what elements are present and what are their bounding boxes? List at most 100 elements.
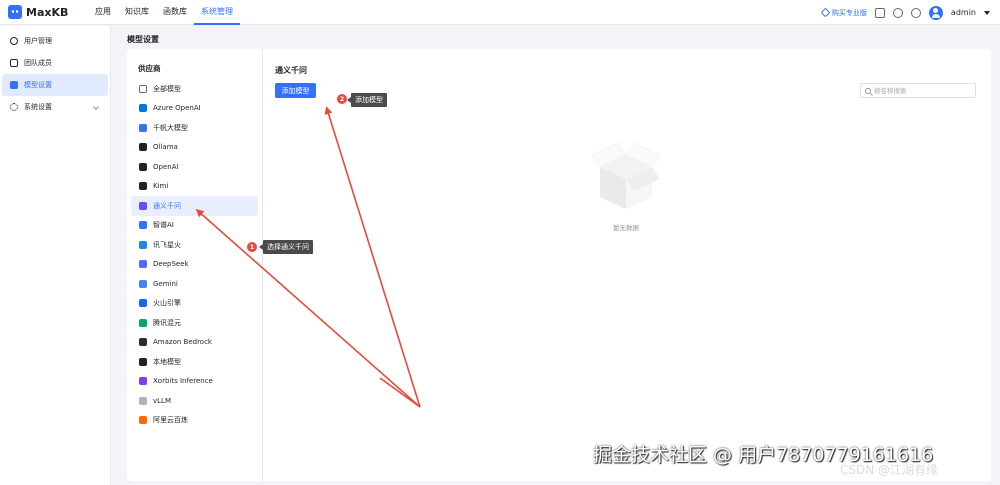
avatar[interactable] [928, 5, 943, 20]
sidebar-item-users[interactable]: 用户管理 [2, 30, 108, 52]
provider-logo-icon [139, 299, 147, 308]
provider-item[interactable]: 火山引擎 [131, 294, 258, 314]
search-input[interactable] [874, 86, 974, 95]
provider-item-label: 讯飞星火 [153, 240, 181, 249]
buy-pro-label: 购买专业版 [831, 8, 867, 17]
app-name: MaxKB [26, 5, 69, 19]
provider-item[interactable]: 腾讯混元 [131, 313, 258, 333]
team-icon [10, 59, 18, 67]
watermark-small: CSDN @江湖有缘 [840, 463, 939, 477]
provider-item-label: Amazon Bedrock [153, 338, 212, 347]
github-icon[interactable] [892, 7, 903, 18]
buy-pro-link[interactable]: 购买专业版 [820, 7, 867, 18]
provider-title: 通义千问 [275, 66, 307, 75]
provider-item[interactable]: vLLM [131, 391, 258, 411]
docs-icon[interactable] [874, 7, 885, 18]
provider-item-label: 千帆大模型 [153, 123, 188, 132]
provider-item-label: 通义千问 [153, 201, 181, 210]
provider-item-label: 本地模型 [153, 357, 181, 366]
nav-app[interactable]: 应用 [88, 0, 118, 25]
provider-list: 全部模型 Azure OpenAI 千帆大模型 Ollama OpenAI Kimi 通义千… [127, 79, 262, 430]
sidebar-item-label: 团队成员 [24, 59, 52, 67]
provider-item[interactable]: 本地模型 [131, 352, 258, 372]
provider-logo-icon [139, 318, 147, 327]
cube-icon [10, 81, 18, 89]
sidebar: 用户管理 团队成员 模型设置 系统设置 [0, 26, 111, 485]
sidebar-item-system[interactable]: 系统设置 [2, 96, 108, 118]
provider-item-label: 火山引擎 [153, 299, 181, 308]
add-model-button[interactable]: 添加模型 [275, 83, 316, 98]
provider-item-label: Gemini [153, 279, 178, 288]
provider-item-label: 阿里云百炼 [153, 416, 188, 425]
provider-item-label: Ollama [153, 143, 178, 152]
provider-item[interactable]: 千帆大模型 [131, 118, 258, 138]
provider-item-label: DeepSeek [153, 260, 189, 269]
provider-item[interactable]: 智谱AI [131, 216, 258, 236]
provider-item[interactable]: DeepSeek [131, 255, 258, 275]
search-icon [865, 87, 871, 94]
provider-item[interactable]: 全部模型 [131, 79, 258, 99]
chevron-down-icon[interactable] [984, 10, 990, 15]
annotation-number-2: 2 [337, 94, 347, 104]
provider-item[interactable]: Kimi [131, 177, 258, 197]
diamond-icon [820, 7, 831, 18]
provider-item[interactable]: 通义千问 [131, 196, 258, 216]
page-title: 模型设置 [127, 35, 159, 44]
provider-item[interactable]: OpenAI [131, 157, 258, 177]
empty-text: 暂无数据 [613, 224, 639, 232]
provider-item-label: 腾讯混元 [153, 318, 181, 327]
provider-logo-icon [139, 279, 147, 288]
provider-logo-icon [139, 240, 147, 249]
model-list-panel: 通义千问 添加模型 暂无数据 [264, 49, 991, 481]
sidebar-item-label: 系统设置 [24, 103, 52, 111]
provider-panel-title: 供应商 [138, 64, 161, 73]
provider-item[interactable]: Xorbits Inference [131, 372, 258, 392]
provider-item-label: Xorbits Inference [153, 377, 213, 386]
header-actions: 购买专业版 admin [820, 0, 990, 25]
annotation-tip-2: 添加模型 [347, 93, 387, 107]
annotation-tip-1: 选择通义千问 [259, 240, 313, 254]
top-bar: MaxKB 应用 知识库 函数库 系统管理 购买专业版 admin [0, 0, 1000, 25]
provider-logo-icon [139, 357, 147, 366]
provider-logo-icon [139, 201, 147, 210]
sidebar-item-team[interactable]: 团队成员 [2, 52, 108, 74]
provider-logo-icon [139, 396, 147, 405]
provider-logo-icon [139, 182, 147, 191]
nav-system[interactable]: 系统管理 [194, 0, 240, 25]
provider-item[interactable]: Ollama [131, 138, 258, 158]
provider-item-label: vLLM [153, 396, 171, 405]
sidebar-item-label: 模型设置 [24, 81, 52, 89]
provider-item[interactable]: Gemini [131, 274, 258, 294]
sidebar-item-label: 用户管理 [24, 37, 52, 45]
user-name[interactable]: admin [951, 8, 976, 17]
provider-item-label: Kimi [153, 182, 169, 191]
maxkb-logo-icon [8, 5, 22, 19]
empty-state: 暂无数据 [586, 133, 666, 233]
provider-logo-icon [139, 104, 147, 113]
provider-item[interactable]: 讯飞星火 [131, 235, 258, 255]
provider-panel: 供应商 全部模型 Azure OpenAI 千帆大模型 Ollama OpenAI Kim… [127, 49, 263, 481]
provider-logo-icon [139, 338, 147, 347]
provider-logo-icon [139, 221, 147, 230]
provider-item[interactable]: 阿里云百炼 [131, 411, 258, 431]
provider-logo-icon [139, 143, 147, 152]
app-logo[interactable]: MaxKB [8, 5, 68, 19]
help-icon[interactable] [910, 7, 921, 18]
annotation-number-1: 1 [247, 242, 257, 252]
model-settings-card: 供应商 全部模型 Azure OpenAI 千帆大模型 Ollama OpenAI Kim… [127, 49, 991, 481]
nav-knowledge[interactable]: 知识库 [118, 0, 156, 25]
top-nav: 应用 知识库 函数库 系统管理 [88, 0, 240, 25]
provider-item[interactable]: Amazon Bedrock [131, 333, 258, 353]
provider-logo-icon [139, 123, 147, 132]
provider-item-label: OpenAI [153, 162, 179, 171]
provider-item[interactable]: Azure OpenAI [131, 99, 258, 119]
nav-functions[interactable]: 函数库 [156, 0, 194, 25]
sidebar-item-models[interactable]: 模型设置 [2, 74, 108, 96]
gear-icon [10, 103, 18, 111]
provider-item-label: 全部模型 [153, 84, 181, 93]
provider-logo-icon [139, 260, 147, 269]
search-box[interactable] [860, 83, 976, 98]
user-icon [10, 37, 18, 45]
provider-item-label: Azure OpenAI [153, 104, 201, 113]
provider-logo-icon [139, 416, 147, 425]
